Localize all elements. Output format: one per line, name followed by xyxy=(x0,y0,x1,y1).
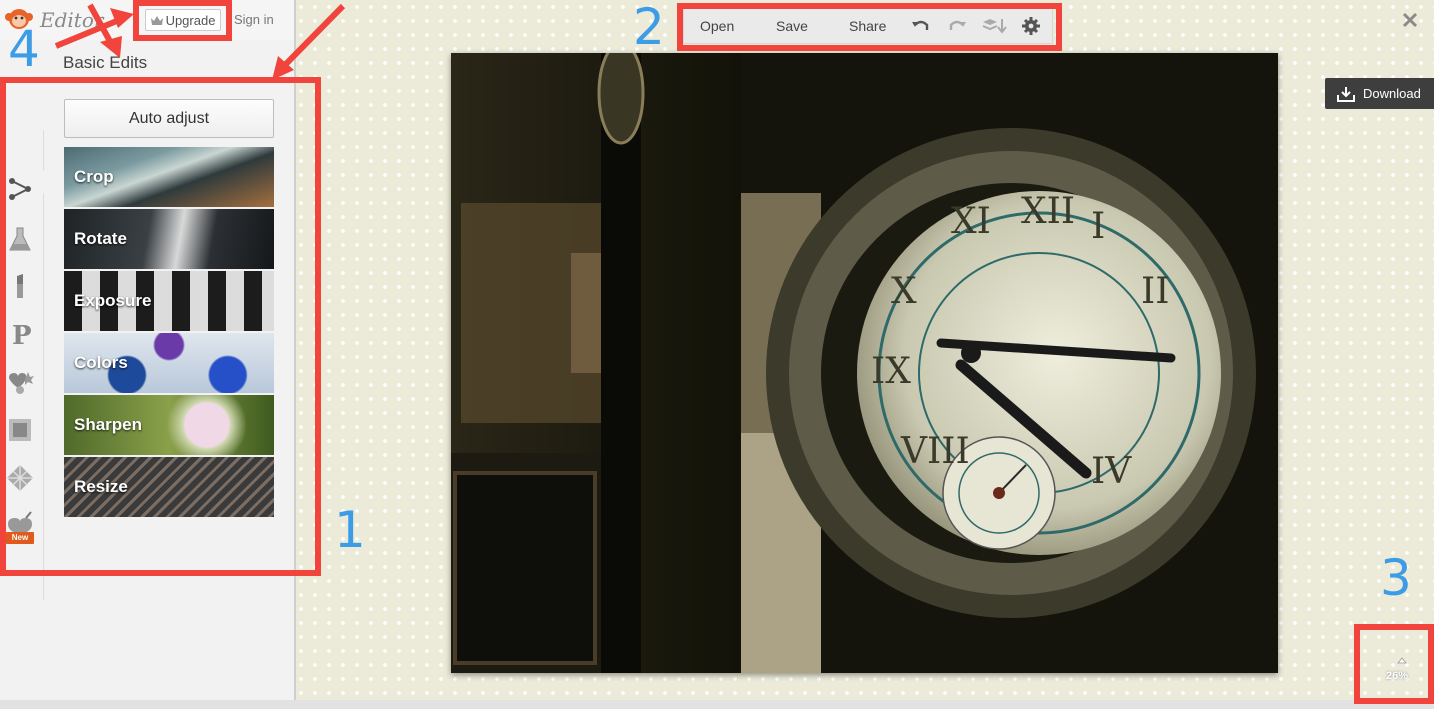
resize-label: Resize xyxy=(74,477,128,496)
resize-tile[interactable]: Resize xyxy=(64,457,274,517)
sharpen-tile[interactable]: Sharpen xyxy=(64,395,274,455)
exposure-tile[interactable]: Exposure xyxy=(64,271,274,331)
annotation-number-1: 1 xyxy=(334,501,366,559)
annotation-number-4: 4 xyxy=(8,20,40,78)
crop-tile[interactable]: Crop xyxy=(64,147,274,207)
exposure-label: Exposure xyxy=(74,291,152,310)
annotation-number-3: 3 xyxy=(1380,549,1412,607)
colors-label: Colors xyxy=(74,353,128,372)
rotate-label: Rotate xyxy=(74,229,127,248)
sharpen-label: Sharpen xyxy=(74,415,143,434)
rotate-tile[interactable]: Rotate xyxy=(64,209,274,269)
crop-label: Crop xyxy=(74,167,114,186)
colors-tile[interactable]: Colors xyxy=(64,333,274,393)
annotation-number-2: 2 xyxy=(633,0,665,56)
